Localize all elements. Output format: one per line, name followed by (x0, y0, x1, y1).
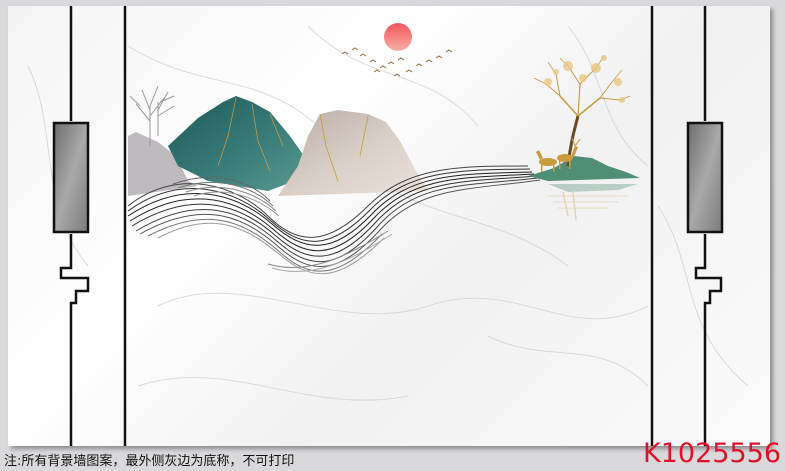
tree-icon (533, 55, 631, 167)
product-code: K1025556 (643, 438, 781, 469)
birds-icon (341, 47, 453, 77)
landscape-scene (27, 6, 749, 446)
sun-icon (384, 23, 412, 51)
teal-mountain (168, 96, 308, 191)
left-marble-panel (52, 121, 90, 234)
right-marble-panel (686, 121, 724, 234)
wallpaper-artwork (8, 6, 770, 446)
printing-note: 注:所有背景墙图案，最外侧灰边为底称，不可打印 (4, 454, 295, 469)
marble-veins (27, 25, 749, 401)
water-reflection (548, 184, 638, 221)
